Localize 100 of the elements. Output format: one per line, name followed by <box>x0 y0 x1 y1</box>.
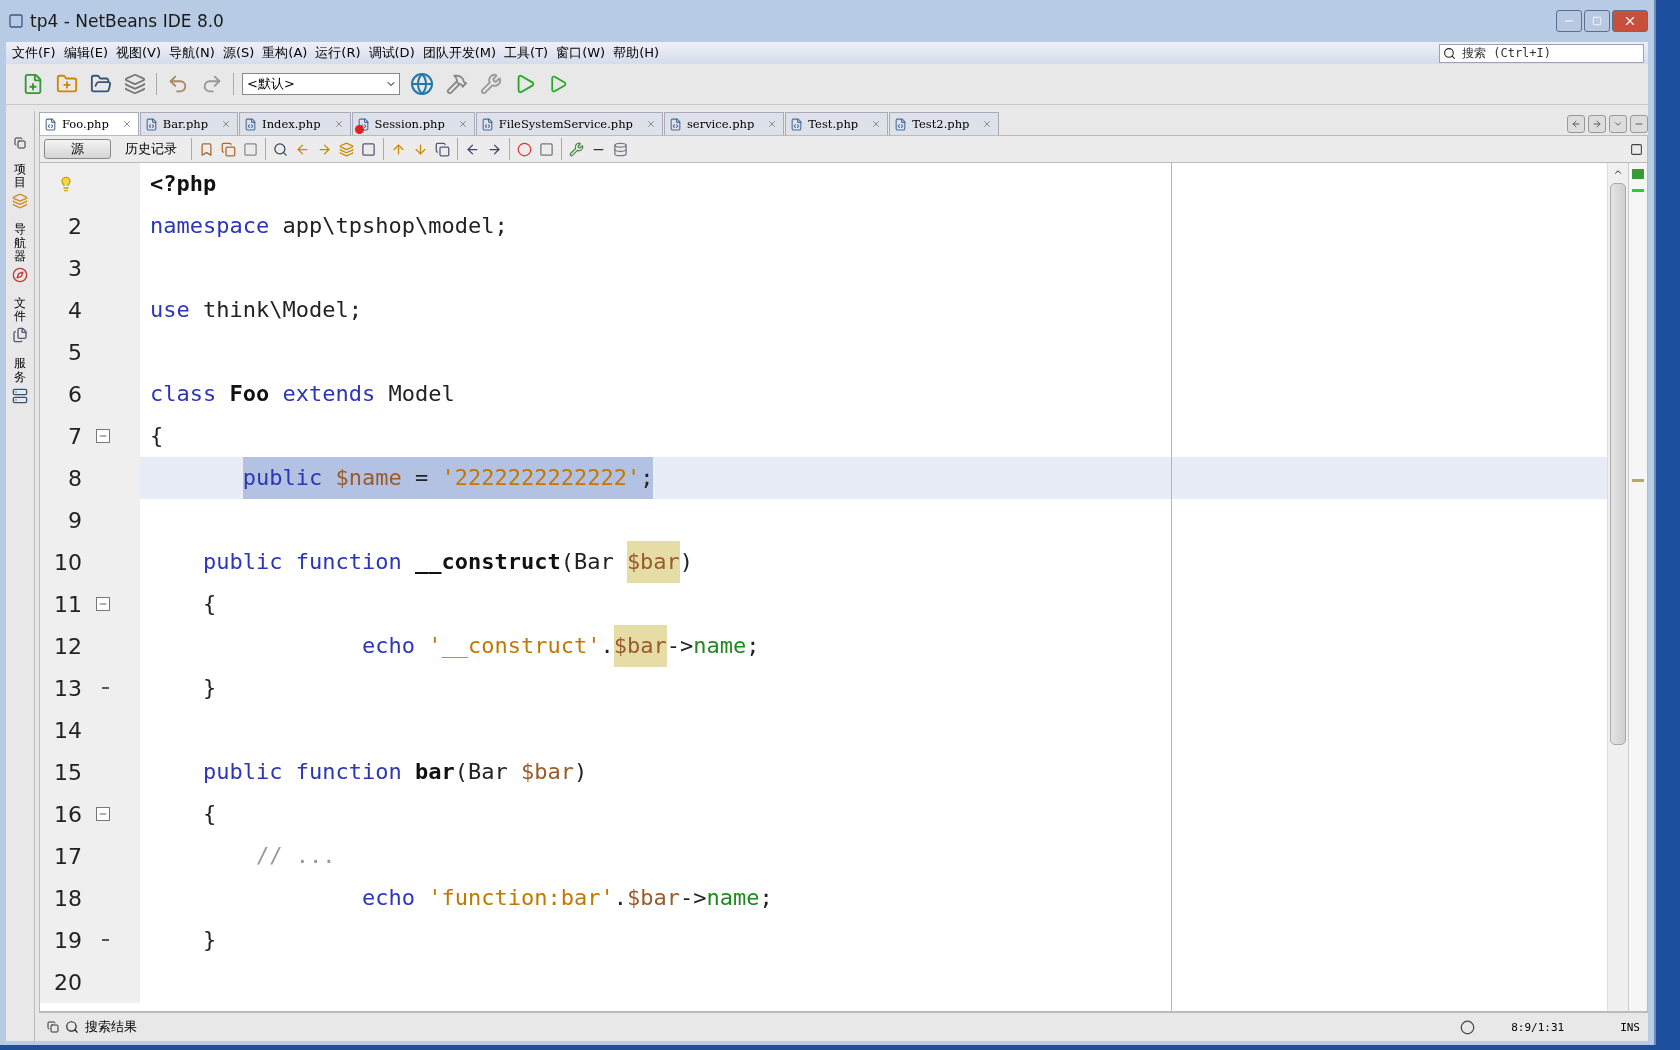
line-number: 19 <box>53 927 82 953</box>
line-number: 7 <box>67 423 82 449</box>
record-icon[interactable] <box>517 141 532 157</box>
php-file-icon <box>356 117 370 131</box>
scroll-left-button[interactable] <box>1567 115 1585 133</box>
line-number: 3 <box>67 255 82 281</box>
code-line: public function __construct(Bar $bar) <box>140 541 694 583</box>
stack-icon[interactable] <box>122 71 148 97</box>
side-panel-tab[interactable]: 文件 <box>14 296 26 324</box>
side-panel-tab[interactable]: 导航器 <box>14 223 26 263</box>
line-number: 8 <box>67 465 82 491</box>
search-results-tab[interactable]: 搜索结果 <box>85 1018 137 1036</box>
menu-item[interactable]: 工具(T) <box>502 44 555 62</box>
square-icon[interactable] <box>243 141 258 157</box>
code-line: // ... <box>255 842 336 870</box>
file-tab[interactable]: service.php <box>663 112 785 135</box>
code-line: { <box>202 590 217 618</box>
code-line: class Foo extends Model <box>149 380 455 408</box>
close-icon[interactable] <box>121 119 132 129</box>
window-title: tp4 - NetBeans IDE 8.0 <box>30 11 224 31</box>
close-icon[interactable] <box>457 119 468 129</box>
menu-item[interactable]: 源(S) <box>220 44 261 62</box>
file-tab[interactable]: Foo.php <box>39 112 139 135</box>
side-panel-tab[interactable]: 服务 <box>14 357 26 384</box>
file-tab[interactable]: Bar.php <box>139 112 239 135</box>
minimize-button[interactable] <box>1556 10 1582 32</box>
menu-item[interactable]: 团队开发(M) <box>420 44 503 62</box>
close-icon[interactable] <box>767 119 778 129</box>
square-icon[interactable] <box>361 141 376 157</box>
close-button[interactable] <box>1612 10 1648 32</box>
restore-icon[interactable] <box>47 1021 59 1033</box>
scroll-right-button[interactable] <box>1588 115 1606 133</box>
copy-icon[interactable] <box>435 141 450 157</box>
code-line: use think\Model; <box>149 296 362 324</box>
layers-icon[interactable] <box>339 141 354 157</box>
menu-item[interactable]: 文件(F) <box>10 44 62 62</box>
line-number: 13 <box>53 675 82 701</box>
menu-item[interactable]: 视图(V) <box>114 44 168 62</box>
maximize-button[interactable] <box>1584 10 1610 32</box>
close-icon[interactable] <box>645 119 656 129</box>
php-file-icon <box>144 117 158 131</box>
file-tab[interactable]: Test.php <box>785 112 889 135</box>
stop-icon[interactable] <box>539 141 554 157</box>
php-file-icon <box>894 117 908 131</box>
bookmark-icon[interactable] <box>199 141 214 157</box>
close-icon[interactable] <box>221 119 232 129</box>
close-icon[interactable] <box>982 119 993 129</box>
database-icon[interactable] <box>613 141 628 157</box>
line-number: 6 <box>67 381 82 407</box>
restore-icon[interactable] <box>14 137 26 149</box>
copy-icon[interactable] <box>221 141 236 157</box>
code-line: public $name = '2222222222222'; <box>140 457 654 499</box>
down-arrow-icon[interactable] <box>413 141 428 157</box>
side-panel-tab[interactable]: 项目 <box>14 163 26 190</box>
file-tab[interactable]: Test2.php <box>889 112 1000 135</box>
fold-icon[interactable] <box>96 429 110 443</box>
compass-icon <box>12 266 28 283</box>
globe-icon[interactable] <box>408 70 436 98</box>
view-tab[interactable]: 源 <box>44 139 111 159</box>
config-dropdown[interactable]: <默认> <box>242 73 400 95</box>
wrench-icon[interactable] <box>569 141 584 157</box>
code-line: echo '__construct'.$bar->name; <box>140 625 760 667</box>
menu-item[interactable]: 重构(A) <box>260 44 314 62</box>
line-number: 2 <box>67 213 82 239</box>
left-arrow-icon <box>1571 119 1581 129</box>
php-file-icon <box>790 117 804 131</box>
php-file-icon <box>244 117 258 131</box>
line-number: 5 <box>67 339 82 365</box>
right-arrow-icon[interactable] <box>487 141 502 157</box>
close-icon[interactable] <box>871 119 882 129</box>
menu-item[interactable]: 运行(R) <box>313 44 367 62</box>
file-tab[interactable]: Index.php <box>239 112 351 135</box>
menu-item[interactable]: 帮助(H) <box>611 44 666 62</box>
tab-list-button[interactable] <box>1609 115 1627 133</box>
code-line: public function bar(Bar $bar) <box>202 758 588 786</box>
code-line: namespace app\tpshop\model; <box>149 212 508 240</box>
php-file-icon <box>44 117 57 131</box>
close-icon[interactable] <box>333 119 344 129</box>
php-file-icon <box>480 117 494 131</box>
menu-item[interactable]: 导航(N) <box>167 44 221 62</box>
file-tab[interactable]: FileSystemService.php <box>475 112 663 135</box>
hint-bulb-icon[interactable] <box>58 176 74 192</box>
menu-item[interactable]: 编辑(E) <box>61 44 114 62</box>
view-tab[interactable]: 历史记录 <box>118 139 184 159</box>
menu-item[interactable]: 调试(D) <box>366 44 421 62</box>
code-line: { <box>149 422 164 450</box>
scrollbar[interactable] <box>1607 163 1628 1011</box>
menu-item[interactable]: 窗口(W) <box>554 44 612 62</box>
fold-icon[interactable] <box>96 597 110 611</box>
file-tab[interactable]: Session.php <box>351 112 475 135</box>
maximize-editor-button[interactable] <box>1630 115 1648 133</box>
code-line: } <box>202 926 217 954</box>
fold-icon[interactable] <box>96 807 110 821</box>
app-icon <box>8 13 24 29</box>
search-icon[interactable] <box>273 141 288 157</box>
search-icon[interactable] <box>1443 46 1456 60</box>
up-caret-icon[interactable] <box>1613 167 1623 177</box>
line-number: 15 <box>53 759 82 785</box>
wrench-icon[interactable] <box>478 71 504 97</box>
search-field[interactable]: 搜索 (Ctrl+I) <box>1439 43 1644 63</box>
